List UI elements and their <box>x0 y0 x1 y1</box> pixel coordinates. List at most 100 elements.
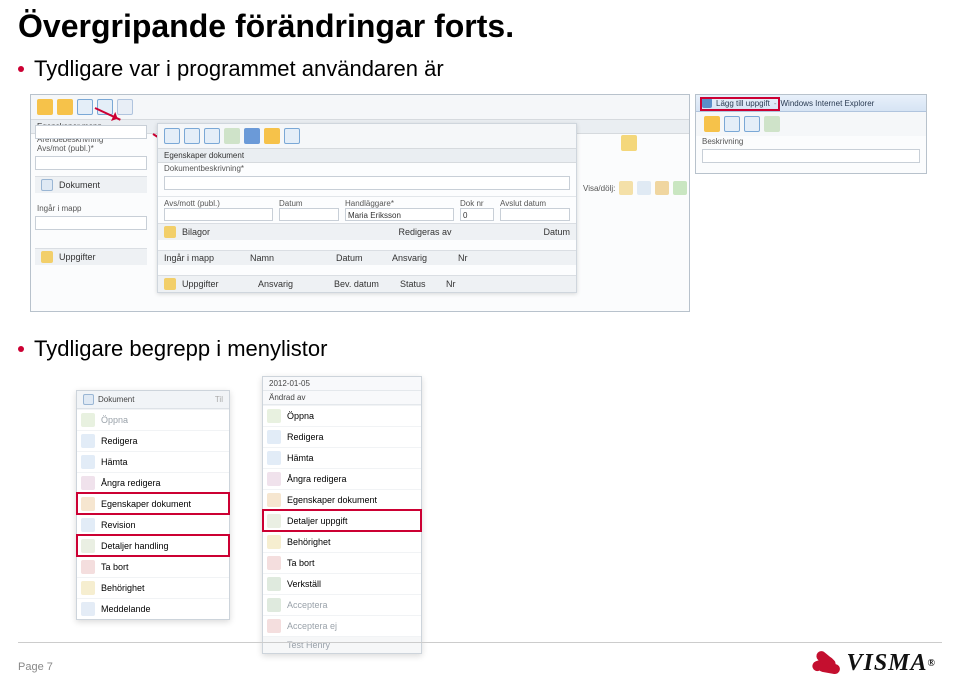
doc-icon <box>724 116 740 132</box>
lock-area <box>621 135 637 151</box>
visma-logo-text: VISMA <box>846 650 927 677</box>
bullet-2: Tydligare begrepp i menylistor <box>18 336 327 362</box>
menu-right-header2: Ändrad av <box>263 391 421 405</box>
edit-icon <box>81 434 95 448</box>
field-datum-label: Datum <box>279 199 339 208</box>
mail-icon <box>117 99 133 115</box>
verk-icon <box>267 577 281 591</box>
menu-item[interactable]: Acceptera <box>263 594 421 615</box>
prop-icon <box>81 497 95 511</box>
menu-item-label: Hämta <box>101 457 128 467</box>
document-icon <box>77 99 93 115</box>
menu-item-label: Acceptera <box>287 600 328 610</box>
menu-right-date: 2012-01-05 <box>269 379 310 388</box>
section-doc-label: Egenskaper dokument <box>158 148 576 163</box>
ansvarig-label: Ansvarig <box>392 253 452 263</box>
field-avslut-label: Avslut datum <box>500 199 570 208</box>
perm-icon <box>81 581 95 595</box>
sidebar-ingar-input <box>35 216 147 230</box>
prop-icon <box>267 493 281 507</box>
open-folder-icon <box>57 99 73 115</box>
menu-item-label: Acceptera ej <box>287 621 337 631</box>
menu-item-label: Egenskaper dokument <box>287 495 377 505</box>
undo-icon <box>267 472 281 486</box>
menu-item[interactable]: Verkställ <box>263 573 421 594</box>
menu-right-header: 2012-01-05 <box>263 377 421 391</box>
menu-item[interactable]: Behörighet <box>77 577 229 598</box>
document-icon <box>41 179 53 191</box>
menu-item-label: Ångra redigera <box>101 478 161 488</box>
menu-item-label: Ångra redigera <box>287 474 347 484</box>
edit-icon <box>267 430 281 444</box>
ingar-label: Ingår i mapp <box>164 253 244 263</box>
accno-icon <box>267 619 281 633</box>
menu-item[interactable]: Detaljer handling <box>77 535 229 556</box>
menu-item[interactable]: Acceptera ej <box>263 615 421 636</box>
document-icon <box>83 394 94 405</box>
menu-left-header-text: Dokument <box>98 395 134 404</box>
visma-logo: VISMA ® <box>812 650 936 677</box>
menu-item[interactable]: Detaljer uppgift <box>263 510 421 531</box>
menu-item[interactable]: Ångra redigera <box>77 472 229 493</box>
footer-divider <box>18 642 942 643</box>
menu-item-label: Verkställ <box>287 579 321 589</box>
datum2-label: Datum <box>543 227 570 237</box>
menu-item[interactable]: Revision <box>77 514 229 535</box>
menu-item[interactable]: Redigera <box>263 426 421 447</box>
nr2-label: Nr <box>446 279 456 289</box>
doc-icon <box>744 116 760 132</box>
ie-popup: Lägg till uppgift - Windows Internet Exp… <box>695 94 927 174</box>
menu-item[interactable]: Redigera <box>77 430 229 451</box>
callout-highlight-box <box>700 97 780 111</box>
toggle-doc-icon <box>637 181 651 195</box>
new-folder-icon <box>37 99 53 115</box>
menu-item[interactable]: Ta bort <box>263 552 421 573</box>
bullet-1: Tydligare var i programmet användaren är <box>18 56 444 82</box>
nr-label: Nr <box>458 253 468 263</box>
sidebar-ingar-label: Ingår i mapp <box>31 203 151 214</box>
context-menu-left: Dokument Til ÖppnaRedigeraHämtaÅngra red… <box>76 390 230 620</box>
doc-desc-label: Dokumentbeskrivning* <box>158 163 576 174</box>
uppgifter-row: Uppgifter Ansvarig Bev. datum Status Nr <box>158 275 576 292</box>
context-menu-right: 2012-01-05 Ändrad av Öppna Redigera Hämta Å… <box>262 376 422 654</box>
menu-item[interactable]: Meddelande <box>77 598 229 619</box>
uppgifter-label: Uppgifter <box>182 279 252 289</box>
document-panel: Egenskaper dokument Dokumentbeskrivning*… <box>157 123 577 293</box>
perm-icon <box>267 535 281 549</box>
slide-title: Övergripande förändringar forts. <box>18 8 514 45</box>
down-icon <box>81 455 95 469</box>
menu-item[interactable]: Egenskaper dokument <box>77 493 229 514</box>
ansvarig2-label: Ansvarig <box>258 279 328 289</box>
detail-icon <box>267 514 281 528</box>
copy-icon <box>224 128 240 144</box>
menu-item[interactable]: Ta bort <box>77 556 229 577</box>
menu-item[interactable]: Hämta <box>263 447 421 468</box>
menu-item[interactable]: Ångra redigera <box>263 468 421 489</box>
status-label: Status <box>400 279 440 289</box>
menu-item-label: Hämta <box>287 453 314 463</box>
menu-item[interactable]: Öppna <box>77 409 229 430</box>
lock-icon <box>621 135 637 151</box>
ie-beskrivning-label: Beskrivning <box>696 136 926 147</box>
toggle-task-icon <box>655 181 669 195</box>
namn-label: Namn <box>250 253 330 263</box>
open-icon <box>81 413 95 427</box>
menu-item-label: Revision <box>101 520 136 530</box>
menu-item[interactable]: Behörighet <box>263 531 421 552</box>
task-icon <box>164 278 176 290</box>
menu-item-label: Behörighet <box>101 583 145 593</box>
folder-desc-input <box>35 125 147 139</box>
ie-title-suffix: Windows Internet Explorer <box>781 99 875 108</box>
doc-ribbon <box>158 124 576 148</box>
bullet-dot-icon <box>18 346 24 352</box>
menu-item-label: Ta bort <box>287 558 315 568</box>
detail-icon <box>81 539 95 553</box>
menu-item-label: Redigera <box>287 432 324 442</box>
sidebar-avsmot-input <box>35 156 147 170</box>
menu-right-below: Test Henry <box>263 636 421 653</box>
toggle-folder-icon <box>619 181 633 195</box>
menu-item[interactable]: Öppna <box>263 405 421 426</box>
menu-item[interactable]: Egenskaper dokument <box>263 489 421 510</box>
menu-item[interactable]: Hämta <box>77 451 229 472</box>
bilagor-row: Bilagor Redigeras av Datum <box>158 223 576 240</box>
